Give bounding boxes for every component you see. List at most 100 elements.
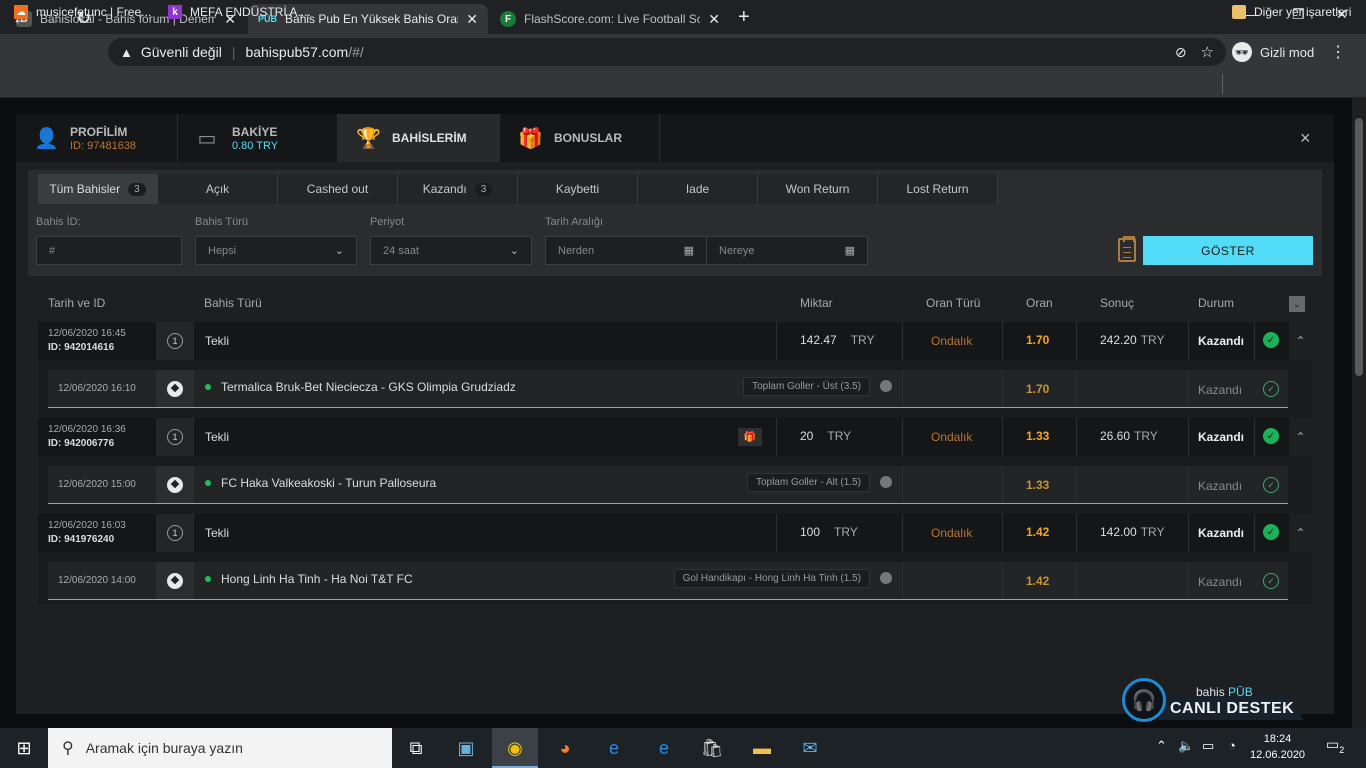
clipboard-icon[interactable]	[1118, 236, 1136, 262]
bet-odds: 1.33	[1026, 429, 1050, 443]
tab-balance[interactable]: ▭ BAKİYE 0.80 TRY	[178, 114, 338, 162]
new-tab-button[interactable]: +	[738, 6, 750, 29]
selection-status: Kazandı	[1198, 383, 1243, 397]
person-icon	[880, 380, 892, 392]
taskbar-search[interactable]: ⚲ Aramak için buraya yazın	[48, 728, 392, 768]
firefox-icon[interactable]: ◕	[551, 734, 579, 762]
notification-center[interactable]: ▭2	[1326, 736, 1344, 755]
collapse-chevron-icon[interactable]: ⌃	[1289, 514, 1312, 552]
browser-tab-flashscore[interactable]: F FlashScore.com: Live Football Sco ✕	[490, 4, 730, 34]
other-bookmarks[interactable]: Diğer yer işaretleri	[1232, 5, 1351, 19]
bet-type-select[interactable]: Hepsi ⌄	[195, 236, 357, 265]
expand-all-button[interactable]: ⌄	[1289, 296, 1305, 312]
period-value: 24 saat	[383, 244, 420, 257]
bookmark-mefa[interactable]: k MEFA ENDÜSTRİ A....	[168, 5, 311, 19]
status-tab-won[interactable]: Kazandı 3	[398, 174, 518, 204]
divider	[902, 418, 903, 456]
status-tab-all[interactable]: Tüm Bahisler 3	[38, 174, 158, 204]
won-check-icon: ✓	[1263, 381, 1279, 397]
volume-icon[interactable]: 🔈	[1178, 738, 1194, 754]
menu-icon[interactable]: ⋮	[1330, 42, 1346, 62]
folder-icon	[1232, 5, 1246, 19]
chevron-down-icon: ⌄	[509, 245, 519, 257]
bet-datetime: 12/06/2020 16:45 ID: 942014616	[48, 328, 126, 353]
status-tab-open[interactable]: Açık	[158, 174, 278, 204]
bet-datetime: 12/06/2020 16:36 ID: 942006776	[48, 424, 126, 449]
bet-odds-type: Ondalık	[931, 430, 973, 444]
bookmark-label: musicefetunc | Free...	[36, 5, 152, 19]
taskbar-clock[interactable]: 18:24 12.06.2020	[1250, 731, 1305, 763]
task-view-icon[interactable]: ⧉	[402, 734, 430, 762]
tab-title: FlashScore.com: Live Football Sco	[524, 12, 701, 26]
football-icon	[167, 380, 183, 397]
bet-amount: 20	[800, 429, 814, 443]
bet-currency: TRY	[827, 429, 852, 443]
chrome-icon[interactable]: ◉	[501, 734, 529, 762]
bet-count-cell: 1	[156, 322, 194, 360]
wifi-icon[interactable]: ◔	[1228, 738, 1236, 753]
edge-icon[interactable]: e	[650, 734, 678, 762]
bet-odds-type: Ondalık	[931, 526, 973, 540]
show-button[interactable]: GÖSTER	[1143, 236, 1313, 265]
selection-date: 12/06/2020 15:00	[58, 479, 136, 490]
collapse-chevron-icon[interactable]: ⌃	[1289, 418, 1312, 456]
bet-amount: 100	[800, 525, 821, 539]
status-tab-won-return[interactable]: Won Return	[758, 174, 878, 204]
live-support-widget[interactable]: 🎧 bahis PŪB CANLI DESTEK	[1118, 676, 1304, 724]
football-icon	[167, 476, 183, 493]
star-icon[interactable]: ☆	[1201, 43, 1214, 61]
incognito-icon: 🕶	[1232, 42, 1252, 62]
scrollbar-thumb[interactable]	[1355, 118, 1363, 376]
status-tab-cashed-out[interactable]: Cashed out	[278, 174, 398, 204]
calendar-icon[interactable]: ▦	[684, 244, 694, 257]
incognito-indicator[interactable]: 🕶 Gizli mod ⋮	[1232, 38, 1346, 66]
divider	[1076, 466, 1077, 503]
control-panel-icon[interactable]: ▣	[452, 734, 480, 762]
bet-odds: 1.70	[1026, 333, 1050, 347]
won-check-icon: ✓	[1263, 428, 1279, 444]
close-modal-icon[interactable]: ×	[1300, 128, 1311, 149]
store-icon[interactable]: 🛍	[698, 734, 726, 762]
incognito-label: Gizli mod	[1260, 44, 1315, 60]
status-tab-refund[interactable]: Iade	[638, 174, 758, 204]
bookmark-musicefetunc[interactable]: ☁ musicefetunc | Free...	[14, 5, 151, 19]
bet-currency: TRY	[834, 525, 858, 539]
tab-my-bets[interactable]: 🏆 BAHİSLERİM	[338, 114, 500, 162]
divider	[1076, 418, 1077, 456]
date-from-input[interactable]: Nerden ▦	[545, 236, 707, 265]
battery-icon[interactable]: ▭	[1202, 738, 1214, 754]
gift-icon: 🎁	[518, 127, 543, 150]
chevron-down-icon: ⌄	[334, 245, 344, 257]
divider	[1188, 514, 1189, 552]
col-odds: Oran	[1026, 296, 1053, 310]
status-tab-lost-return[interactable]: Lost Return	[878, 174, 998, 204]
file-explorer-icon[interactable]: ▬	[748, 734, 776, 762]
divider	[902, 562, 903, 599]
date-to-input[interactable]: Nereye ▦	[706, 236, 868, 265]
bet-date: 12/06/2020 16:36	[48, 424, 126, 435]
selection-market: Toplam Goller - Alt (1.5)	[746, 473, 870, 492]
selection-match-cell: Termalica Bruk-Bet Nieciecza - GKS Olimp…	[205, 380, 516, 394]
address-bar[interactable]: ▲ Güvenli değil | bahispub57.com/#/ ⊘ ☆	[108, 38, 1226, 66]
collapse-chevron-icon[interactable]: ⌃	[1289, 322, 1312, 360]
close-tab-icon[interactable]: ✕	[466, 11, 478, 28]
divider	[776, 418, 777, 456]
calendar-icon[interactable]: ▦	[845, 244, 855, 257]
selection-match-cell: FC Haka Valkeakoski - Turun Palloseura	[205, 476, 436, 490]
close-tab-icon[interactable]: ✕	[708, 11, 720, 28]
divider	[1076, 322, 1077, 360]
bet-id-input[interactable]: #	[36, 236, 182, 265]
mail-icon[interactable]: ✉	[796, 734, 824, 762]
tab-bonuses[interactable]: 🎁 BONUSLAR	[500, 114, 660, 162]
tab-title: Bahis Pub En Yüksek Bahis Oranl	[285, 12, 459, 26]
period-select[interactable]: 24 saat ⌄	[370, 236, 532, 265]
internet-explorer-icon[interactable]: e	[600, 734, 628, 762]
tab-profile[interactable]: 👤 PROFİLİM ID: 97481638	[16, 114, 178, 162]
tray-chevron-icon[interactable]: ⌃	[1156, 738, 1167, 754]
status-tab-lost[interactable]: Kaybetti	[518, 174, 638, 204]
windows-start-icon[interactable]: ⊞	[10, 734, 38, 762]
eye-off-icon[interactable]: ⊘	[1175, 44, 1187, 61]
won-check-icon: ✓	[1263, 332, 1279, 348]
bet-count-cell: 1	[156, 514, 194, 552]
single-bet-icon: 1	[167, 333, 183, 349]
